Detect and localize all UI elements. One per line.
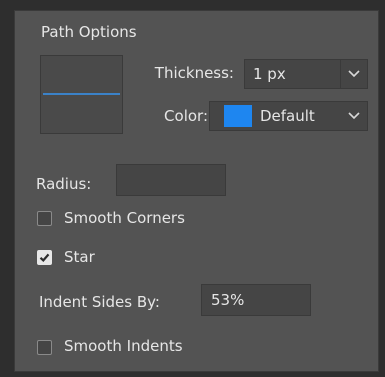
star-label: Star bbox=[64, 248, 95, 266]
indent-sides-by-field[interactable]: 53% bbox=[201, 284, 311, 316]
path-options-panel: Path Options Thickness: 1 px Color: Defa… bbox=[14, 10, 379, 372]
smooth-corners-checkbox[interactable] bbox=[37, 211, 52, 226]
path-preview-line bbox=[43, 93, 120, 95]
smooth-corners-label: Smooth Corners bbox=[64, 209, 185, 227]
section-title: Path Options bbox=[41, 23, 137, 41]
thickness-value: 1 px bbox=[253, 65, 286, 83]
path-preview bbox=[40, 55, 123, 134]
chevron-down-icon bbox=[341, 102, 367, 130]
radius-label: Radius: bbox=[36, 175, 92, 193]
color-label: Color: bbox=[164, 107, 208, 125]
color-value: Default bbox=[260, 107, 315, 125]
color-swatch bbox=[224, 105, 252, 127]
checkmark-icon bbox=[39, 253, 50, 262]
smooth-indents-label: Smooth Indents bbox=[64, 337, 183, 355]
thickness-label: Thickness: bbox=[154, 64, 234, 82]
indent-sides-by-value: 53% bbox=[211, 291, 245, 309]
thickness-dropdown[interactable]: 1 px bbox=[244, 59, 368, 89]
chevron-down-icon bbox=[340, 60, 367, 88]
color-dropdown[interactable]: Default bbox=[209, 101, 368, 131]
radius-field[interactable] bbox=[116, 164, 226, 196]
star-checkbox[interactable] bbox=[37, 250, 52, 265]
indent-sides-by-label: Indent Sides By: bbox=[39, 293, 160, 311]
smooth-indents-checkbox[interactable] bbox=[37, 340, 52, 355]
